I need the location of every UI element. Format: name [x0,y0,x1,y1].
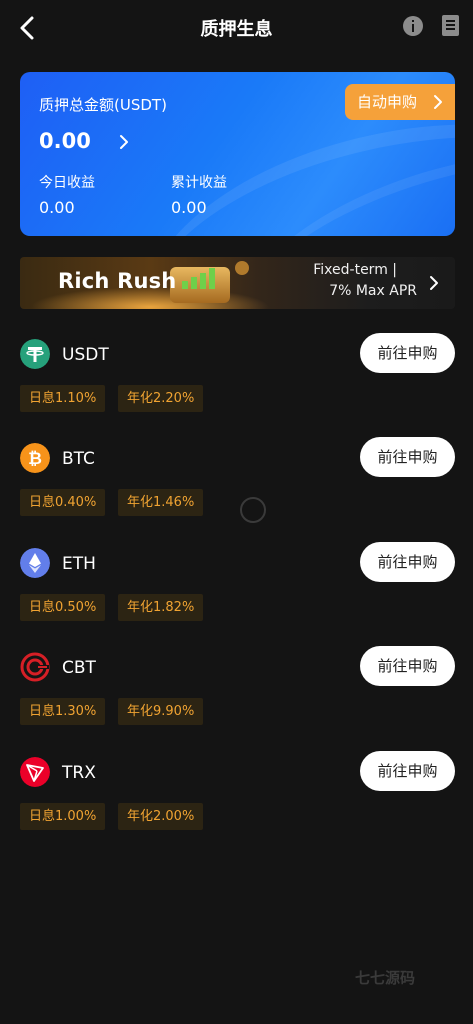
banner-title: Rich Rush [58,269,177,293]
watermark: 七七源码 [355,969,416,987]
banner-line-2: 7% Max APR [329,283,417,299]
annual-rate-badge: 年化1.82% [118,594,204,621]
subscribe-button-eth[interactable]: 前往申购 [360,542,455,582]
coin-row-eth: ETH 前往申购 日息0.50% 年化1.82% [20,542,455,632]
coin-row-cbt: CBT 前往申购 日息1.30% 年化9.90% [20,646,455,736]
daily-rate-badge: 日息0.50% [20,594,106,621]
daily-rate-badge: 日息1.10% [20,385,106,412]
total-earnings-value: 0.00 [171,198,207,217]
auto-subscribe-button[interactable]: 自动申购 [345,84,455,120]
page-title: 质押生息 [200,19,273,40]
svg-text:₿: ₿ [28,449,42,469]
usdt-icon [20,339,50,369]
total-pledge-amount[interactable]: 0.00 [39,129,91,153]
coin-name: CBT [62,658,96,678]
coin-row-usdt: USDT 前往申购 日息1.10% 年化2.20% [20,333,455,423]
subscribe-button-btc[interactable]: 前往申购 [360,437,455,477]
coin-name: TRX [62,763,96,783]
today-earnings-label: 今日收益 [39,175,95,191]
eth-icon [20,548,50,578]
coin-illustration [235,261,249,275]
record-icon[interactable] [442,15,459,36]
top-bar: 质押生息 [0,0,473,56]
subscribe-button-usdt[interactable]: 前往申购 [360,333,455,373]
daily-rate-badge: 日息0.40% [20,489,106,516]
coin-name: BTC [62,449,95,469]
annual-rate-badge: 年化9.90% [118,698,204,725]
annual-rate-badge: 年化2.20% [118,385,204,412]
daily-rate-badge: 日息1.00% [20,803,106,830]
total-pledge-label: 质押总金额(USDT) [39,96,167,114]
coin-row-trx: TRX 前往申购 日息1.00% 年化2.00% [20,751,455,841]
today-earnings-value: 0.00 [39,198,75,217]
pledge-summary-card: 质押总金额(USDT) 0.00 自动申购 今日收益 0.00 累计收益 0.0… [20,72,455,236]
subscribe-button-cbt[interactable]: 前往申购 [360,646,455,686]
cbt-icon [20,652,50,682]
chevron-right-icon [434,95,442,109]
trx-icon [20,757,50,787]
total-earnings-label: 累计收益 [171,175,227,191]
coin-name: USDT [62,345,109,365]
annual-rate-badge: 年化2.00% [118,803,204,830]
auto-subscribe-label: 自动申购 [357,93,418,111]
chevron-right-icon [430,276,438,290]
coin-row-btc: ₿ BTC 前往申购 日息0.40% 年化1.46% [20,437,455,527]
subscribe-button-trx[interactable]: 前往申购 [360,751,455,791]
chevron-right-icon[interactable] [115,133,133,151]
annual-rate-badge: 年化1.46% [118,489,204,516]
btc-icon: ₿ [20,443,50,473]
promo-banner[interactable]: Rich Rush Fixed-term | 7% Max APR [20,257,455,309]
growth-chart-illustration [178,267,218,289]
loading-spinner [240,497,266,523]
coin-name: ETH [62,554,96,574]
info-icon[interactable] [403,16,423,36]
daily-rate-badge: 日息1.30% [20,698,106,725]
banner-line-1: Fixed-term | [313,262,397,278]
